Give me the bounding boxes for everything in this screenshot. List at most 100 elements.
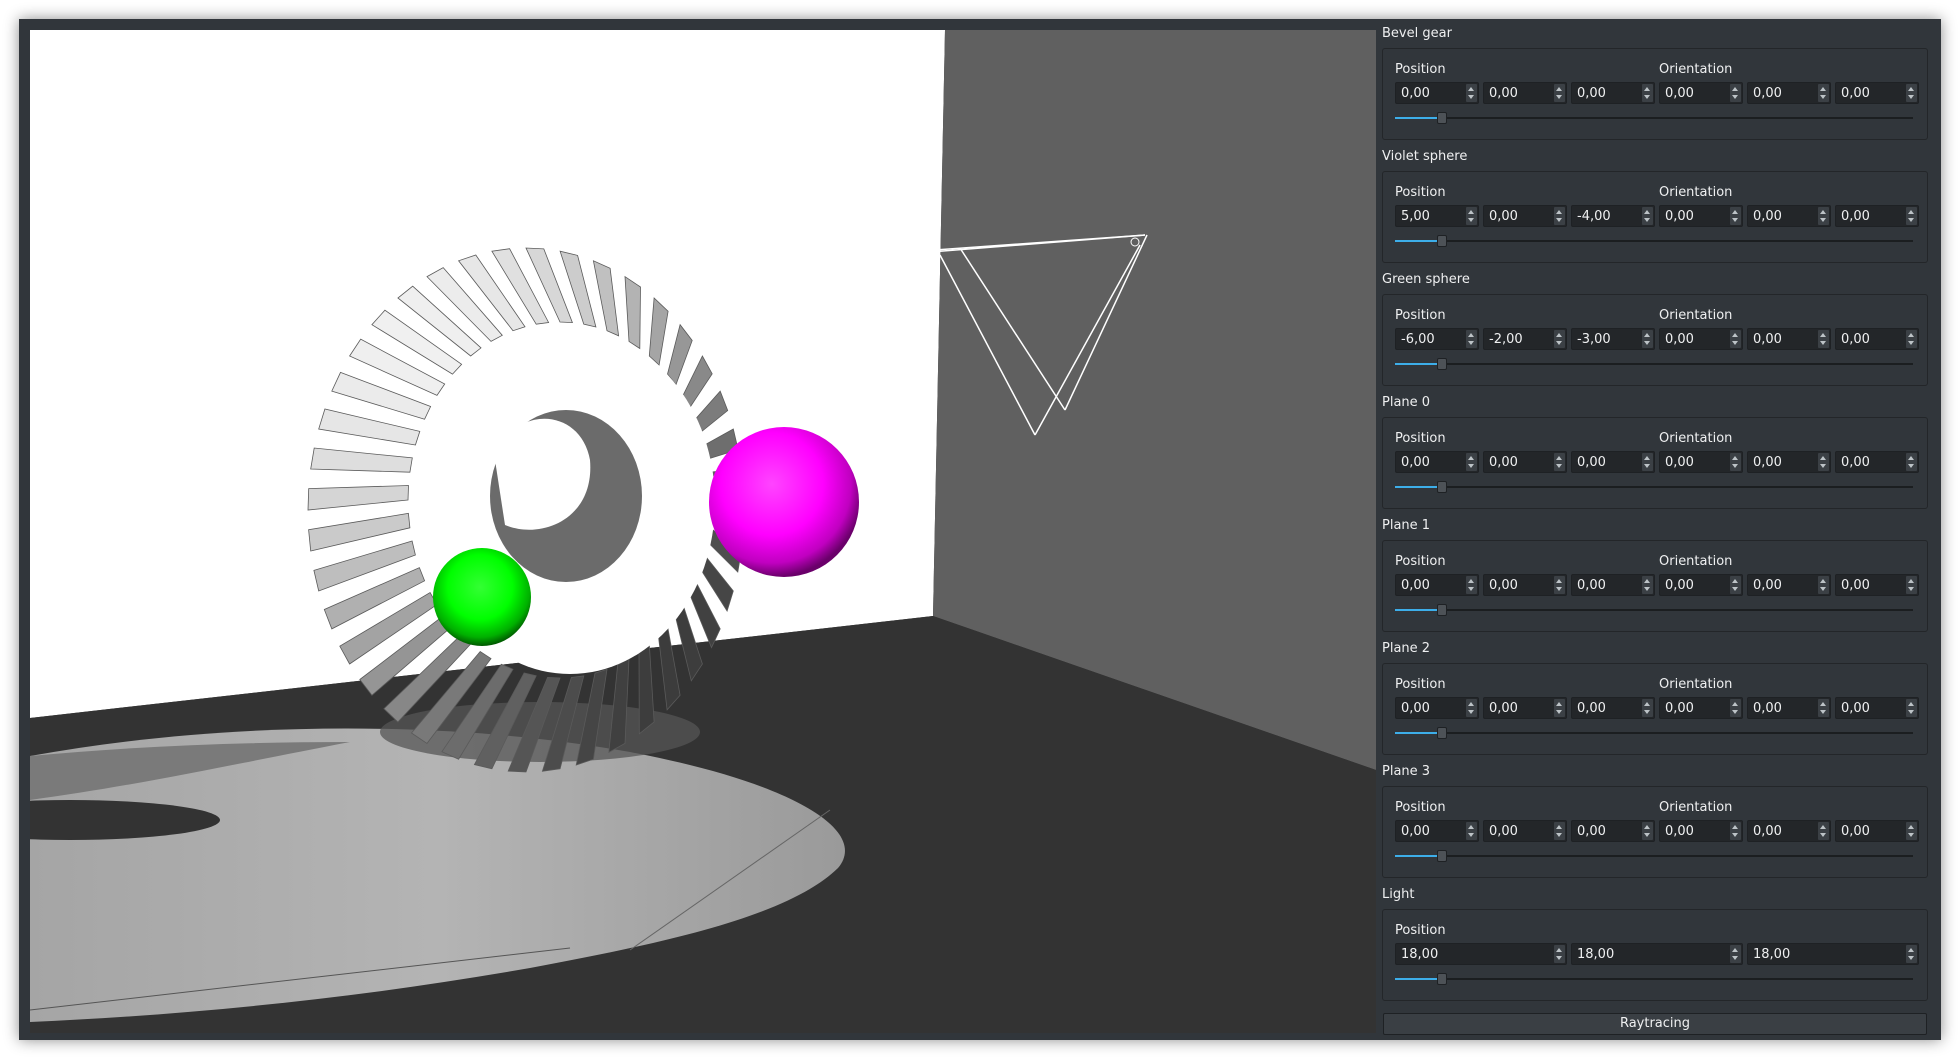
orientation-y-spinbox[interactable]: 0,00: [1747, 205, 1831, 227]
spin-arrows-icon[interactable]: [1730, 207, 1741, 225]
orientation-z-spinbox[interactable]: 0,00: [1835, 328, 1919, 350]
spin-arrows-icon[interactable]: [1642, 576, 1653, 594]
spin-arrows-icon[interactable]: [1642, 699, 1653, 717]
spin-arrows-icon[interactable]: [1818, 699, 1829, 717]
orientation-y-spinbox[interactable]: 0,00: [1747, 328, 1831, 350]
orientation-z-spinbox[interactable]: 0,00: [1835, 697, 1919, 719]
spin-arrows-icon[interactable]: [1906, 207, 1917, 225]
spin-arrows-icon[interactable]: [1906, 576, 1917, 594]
spin-arrows-icon[interactable]: [1818, 576, 1829, 594]
position-y-spinbox[interactable]: -2,00: [1483, 328, 1567, 350]
slider-handle[interactable]: [1436, 112, 1447, 124]
spin-arrows-icon[interactable]: [1818, 453, 1829, 471]
spin-arrows-icon[interactable]: [1554, 330, 1565, 348]
slider-plane-0[interactable]: [1395, 477, 1913, 497]
slider-plane-1[interactable]: [1395, 600, 1913, 620]
orientation-z-spinbox[interactable]: 0,00: [1835, 82, 1919, 104]
spin-arrows-icon[interactable]: [1906, 453, 1917, 471]
slider-plane-3[interactable]: [1395, 846, 1913, 866]
slider-plane-2[interactable]: [1395, 723, 1913, 743]
orientation-x-spinbox[interactable]: 0,00: [1659, 574, 1743, 596]
spin-arrows-icon[interactable]: [1906, 84, 1917, 102]
position-x-spinbox[interactable]: 0,00: [1395, 820, 1479, 842]
orientation-y-spinbox[interactable]: 0,00: [1747, 697, 1831, 719]
spin-arrows-icon[interactable]: [1642, 453, 1653, 471]
position-z-spinbox[interactable]: 0,00: [1571, 451, 1655, 473]
spin-arrows-icon[interactable]: [1554, 945, 1565, 963]
orientation-x-spinbox[interactable]: 0,00: [1659, 328, 1743, 350]
position-x-spinbox[interactable]: 0,00: [1395, 574, 1479, 596]
orientation-x-spinbox[interactable]: 0,00: [1659, 205, 1743, 227]
position-x-spinbox[interactable]: 0,00: [1395, 451, 1479, 473]
spin-arrows-icon[interactable]: [1730, 576, 1741, 594]
slider-handle[interactable]: [1436, 481, 1447, 493]
position-y-spinbox[interactable]: 0,00: [1483, 451, 1567, 473]
orientation-y-spinbox[interactable]: 0,00: [1747, 451, 1831, 473]
spin-arrows-icon[interactable]: [1554, 576, 1565, 594]
orientation-x-spinbox[interactable]: 0,00: [1659, 820, 1743, 842]
spin-arrows-icon[interactable]: [1730, 330, 1741, 348]
spin-arrows-icon[interactable]: [1642, 330, 1653, 348]
slider-light[interactable]: [1395, 969, 1913, 989]
raytracing-button[interactable]: Raytracing: [1383, 1013, 1927, 1035]
slider-handle[interactable]: [1436, 358, 1447, 370]
spin-arrows-icon[interactable]: [1554, 699, 1565, 717]
orientation-y-spinbox[interactable]: 0,00: [1747, 574, 1831, 596]
spin-arrows-icon[interactable]: [1642, 822, 1653, 840]
position-z-spinbox[interactable]: 0,00: [1571, 820, 1655, 842]
spin-arrows-icon[interactable]: [1466, 84, 1477, 102]
position-y-spinbox[interactable]: 0,00: [1483, 574, 1567, 596]
orientation-y-spinbox[interactable]: 0,00: [1747, 820, 1831, 842]
position-y-spinbox[interactable]: 0,00: [1483, 82, 1567, 104]
slider-handle[interactable]: [1436, 727, 1447, 739]
spin-arrows-icon[interactable]: [1466, 330, 1477, 348]
orientation-z-spinbox[interactable]: 0,00: [1835, 205, 1919, 227]
spin-arrows-icon[interactable]: [1818, 822, 1829, 840]
position-y-spinbox[interactable]: 0,00: [1483, 697, 1567, 719]
spin-arrows-icon[interactable]: [1642, 84, 1653, 102]
spin-arrows-icon[interactable]: [1818, 207, 1829, 225]
slider-bevel-gear[interactable]: [1395, 108, 1913, 128]
orientation-x-spinbox[interactable]: 0,00: [1659, 82, 1743, 104]
position-y-spinbox[interactable]: 0,00: [1483, 205, 1567, 227]
position-z-spinbox[interactable]: 0,00: [1571, 697, 1655, 719]
slider-green-sphere[interactable]: [1395, 354, 1913, 374]
spin-arrows-icon[interactable]: [1466, 576, 1477, 594]
slider-handle[interactable]: [1436, 604, 1447, 616]
position-y-spinbox[interactable]: 0,00: [1483, 820, 1567, 842]
spin-arrows-icon[interactable]: [1554, 822, 1565, 840]
slider-handle[interactable]: [1436, 235, 1447, 247]
orientation-y-spinbox[interactable]: 0,00: [1747, 82, 1831, 104]
orientation-z-spinbox[interactable]: 0,00: [1835, 451, 1919, 473]
spin-arrows-icon[interactable]: [1906, 330, 1917, 348]
orientation-z-spinbox[interactable]: 0,00: [1835, 820, 1919, 842]
spin-arrows-icon[interactable]: [1466, 453, 1477, 471]
position-x-spinbox[interactable]: 0,00: [1395, 82, 1479, 104]
light-position-x-spinbox[interactable]: 18,00: [1395, 943, 1567, 965]
spin-arrows-icon[interactable]: [1554, 453, 1565, 471]
slider-handle[interactable]: [1436, 850, 1447, 862]
spin-arrows-icon[interactable]: [1818, 84, 1829, 102]
position-z-spinbox[interactable]: 0,00: [1571, 82, 1655, 104]
spin-arrows-icon[interactable]: [1642, 207, 1653, 225]
spin-arrows-icon[interactable]: [1730, 84, 1741, 102]
spin-arrows-icon[interactable]: [1906, 822, 1917, 840]
spin-arrows-icon[interactable]: [1466, 699, 1477, 717]
spin-arrows-icon[interactable]: [1906, 699, 1917, 717]
orientation-x-spinbox[interactable]: 0,00: [1659, 451, 1743, 473]
slider-violet-sphere[interactable]: [1395, 231, 1913, 251]
spin-arrows-icon[interactable]: [1818, 330, 1829, 348]
orientation-x-spinbox[interactable]: 0,00: [1659, 697, 1743, 719]
spin-arrows-icon[interactable]: [1466, 207, 1477, 225]
spin-arrows-icon[interactable]: [1466, 822, 1477, 840]
position-z-spinbox[interactable]: -3,00: [1571, 328, 1655, 350]
position-x-spinbox[interactable]: -6,00: [1395, 328, 1479, 350]
orientation-z-spinbox[interactable]: 0,00: [1835, 574, 1919, 596]
light-position-z-spinbox[interactable]: 18,00: [1747, 943, 1919, 965]
position-x-spinbox[interactable]: 0,00: [1395, 697, 1479, 719]
spin-arrows-icon[interactable]: [1730, 822, 1741, 840]
light-position-y-spinbox[interactable]: 18,00: [1571, 943, 1743, 965]
spin-arrows-icon[interactable]: [1730, 945, 1741, 963]
position-z-spinbox[interactable]: -4,00: [1571, 205, 1655, 227]
spin-arrows-icon[interactable]: [1906, 945, 1917, 963]
